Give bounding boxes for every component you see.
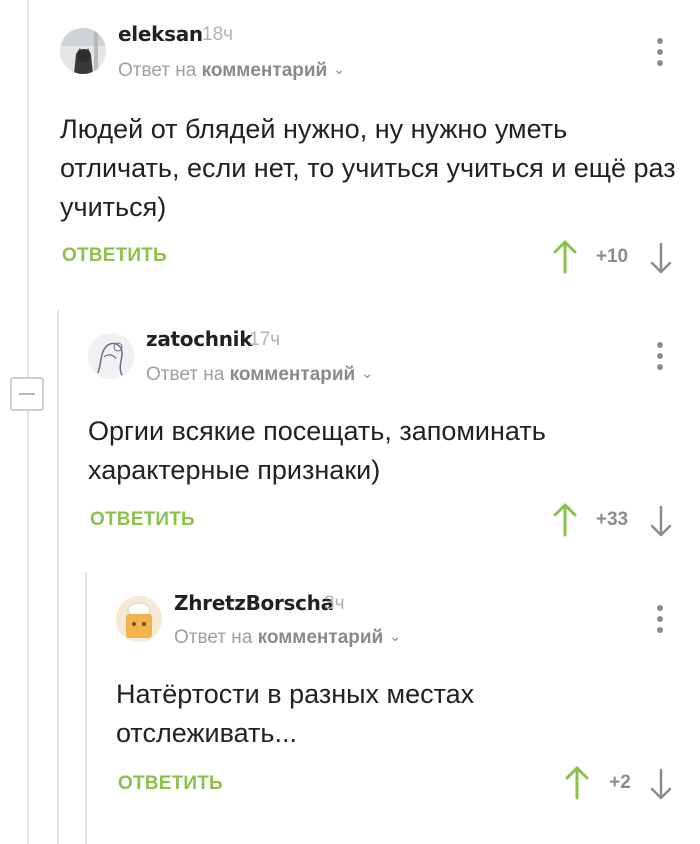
avatar[interactable] (88, 333, 134, 379)
chevron-down-icon: ⌄ (333, 61, 345, 77)
reply-button[interactable]: ОТВЕТИТЬ (90, 509, 195, 531)
reply-button[interactable]: ОТВЕТИТЬ (62, 245, 167, 267)
reply-to-link[interactable]: Ответ на комментарий ⌄ (118, 60, 345, 82)
thread-line-level-3 (85, 572, 87, 844)
arrow-up-icon[interactable] (562, 764, 592, 804)
reply-to-prefix: Ответ на (174, 627, 253, 648)
comment-time: 18ч (202, 24, 234, 45)
rating-controls: +10 (550, 238, 680, 278)
reply-to-link[interactable]: Ответ на комментарий ⌄ (174, 627, 401, 649)
arrow-up-icon[interactable] (550, 501, 580, 541)
comment-author[interactable]: ZhretzBorscha (174, 591, 334, 615)
rating-score: +2 (609, 772, 631, 793)
reply-button[interactable]: ОТВЕТИТЬ (118, 773, 223, 795)
comment-author[interactable]: zatochnik (146, 327, 253, 351)
reply-to-target: комментарий (229, 364, 356, 385)
chevron-down-icon: ⌄ (361, 365, 373, 381)
more-vertical-icon[interactable] (655, 38, 665, 66)
comment-author[interactable]: eleksan (118, 22, 203, 46)
arrow-up-icon[interactable] (550, 238, 580, 278)
avatar[interactable] (116, 596, 162, 642)
collapse-thread-button[interactable] (10, 377, 44, 411)
comment-text: Оргии всякие посещать, запоминать характ… (88, 416, 546, 485)
avatar-chef-image (116, 596, 162, 642)
comment-time: 17ч (249, 329, 281, 350)
thread-line-level-1 (27, 0, 29, 844)
avatar[interactable] (60, 28, 106, 74)
reply-to-target: комментарий (201, 60, 328, 81)
avatar-cat-image (60, 28, 106, 74)
reply-to-prefix: Ответ на (118, 60, 197, 81)
comment-text: Людей от блядей нужно, ну нужно уметь от… (60, 114, 676, 222)
chevron-down-icon: ⌄ (389, 628, 401, 644)
more-vertical-icon[interactable] (655, 342, 665, 370)
arrow-down-icon[interactable] (646, 238, 676, 278)
rating-score: +33 (595, 509, 629, 530)
reply-to-target: комментарий (257, 627, 384, 648)
comment-time: 3ч (324, 593, 345, 614)
arrow-down-icon[interactable] (646, 764, 676, 804)
rating-controls: +33 (550, 501, 680, 541)
rating-controls: +2 (562, 764, 680, 804)
reply-to-prefix: Ответ на (146, 364, 225, 385)
comment-text: Натёртости в разных местах отслеживать..… (116, 679, 475, 748)
minus-icon (19, 393, 35, 395)
rating-score: +10 (595, 246, 629, 267)
arrow-down-icon[interactable] (646, 501, 676, 541)
thread-line-level-2 (57, 310, 59, 844)
reply-to-link[interactable]: Ответ на комментарий ⌄ (146, 364, 373, 386)
more-vertical-icon[interactable] (655, 605, 665, 633)
avatar-sketch-image (88, 333, 134, 379)
